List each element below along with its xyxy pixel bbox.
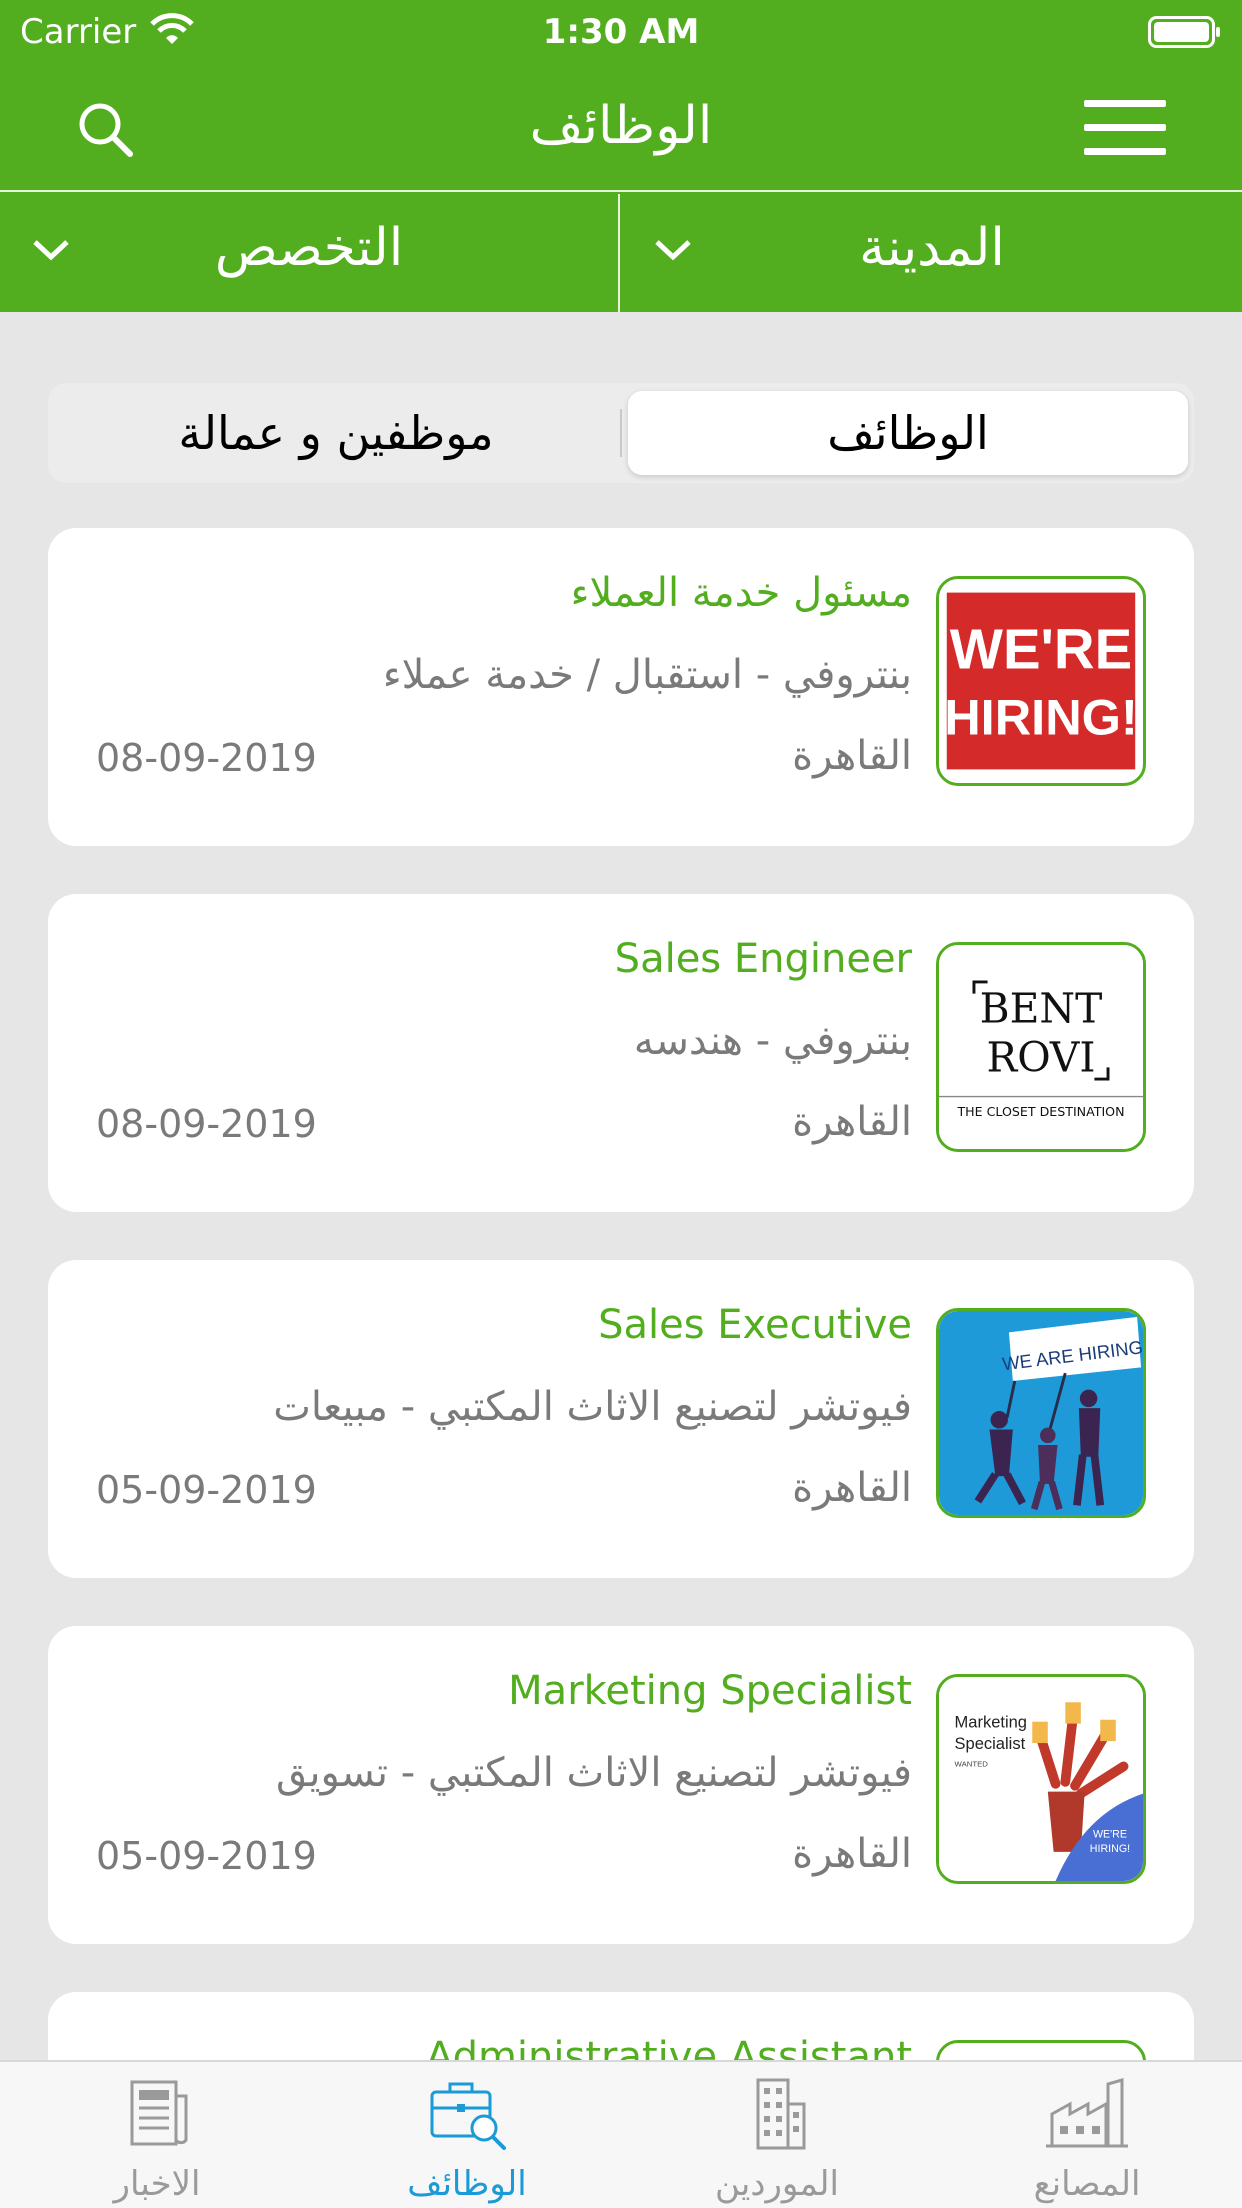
top-bar: Carrier 1:30 AM الوظائف التخصص المدينة — [0, 0, 1242, 312]
job-date: 05-09-2019 — [96, 1468, 317, 1512]
job-company-field: بنتروفي - استقبال / خدمة عملاء — [382, 652, 912, 698]
tab-label: الموردين — [715, 2164, 839, 2204]
battery-icon — [1148, 16, 1222, 57]
page-title: الوظائف — [529, 96, 713, 156]
segment-divider — [620, 409, 622, 457]
specialty-filter-label: التخصص — [214, 218, 404, 278]
thumb-text: WANTED — [955, 1759, 989, 1768]
job-city: القاهرة — [792, 1465, 912, 1511]
job-city: القاهرة — [792, 1099, 912, 1145]
job-city: القاهرة — [792, 733, 912, 779]
job-title: Sales Engineer — [614, 936, 912, 982]
thumb-text: WE'RE — [950, 617, 1132, 680]
factory-icon — [1042, 2074, 1132, 2154]
clock: 1:30 AM — [542, 12, 700, 52]
nav-bar: الوظائف — [0, 64, 1242, 192]
segmented-control: موظفين و عمالة الوظائف — [48, 383, 1194, 483]
job-city: القاهرة — [792, 1831, 912, 1877]
job-card[interactable]: WE'RE HIRING! مسئول خدمة العملاء بنتروفي… — [48, 528, 1194, 846]
job-card[interactable]: Marketing Specialist WANTED WE'RE HIRING… — [48, 1626, 1194, 1944]
tab-label: الوظائف — [407, 2164, 527, 2204]
job-card[interactable]: WE ARE HIRING! Sales Executive فيوتشر لت… — [48, 1260, 1194, 1578]
city-filter-label: المدينة — [859, 218, 1005, 278]
thumb-text: HIRING! — [1090, 1843, 1130, 1855]
segment-employees[interactable]: موظفين و عمالة — [56, 391, 616, 475]
job-date: 08-09-2019 — [96, 736, 317, 780]
job-date: 08-09-2019 — [96, 1102, 317, 1146]
thumb-text: THE CLOSET DESTINATION — [956, 1104, 1124, 1119]
tab-label: المصانع — [1033, 2164, 1141, 2204]
job-title: مسئول خدمة العملاء — [570, 570, 912, 616]
thumb-text: Marketing — [955, 1714, 1027, 1732]
filter-bar: التخصص المدينة — [0, 194, 1242, 312]
job-thumbnail: WE ARE HIRING! — [936, 1308, 1146, 1518]
tab-bar: المصانع الموردين الوظائف الاخبار — [0, 2060, 1242, 2208]
job-company-field: فيوتشر لتصنيع الاثاث المكتبي - تسويق — [276, 1750, 912, 1796]
thumb-text: BENT — [980, 985, 1103, 1033]
job-company-field: بنتروفي - هندسه — [633, 1018, 912, 1064]
newspaper-icon — [112, 2074, 202, 2154]
job-title: Sales Executive — [598, 1302, 912, 1348]
tab-jobs[interactable]: الوظائف — [312, 2062, 622, 2208]
tab-suppliers[interactable]: الموردين — [622, 2062, 932, 2208]
hamburger-menu-icon[interactable] — [1084, 98, 1166, 162]
thumb-text: WE'RE — [1093, 1828, 1127, 1840]
job-company-field: فيوتشر لتصنيع الاثاث المكتبي - مبيعات — [273, 1384, 912, 1430]
segment-jobs[interactable]: الوظائف — [628, 391, 1188, 475]
tab-factories[interactable]: المصانع — [932, 2062, 1242, 2208]
job-thumbnail: BENT ROVI THE CLOSET DESTINATION — [936, 942, 1146, 1152]
job-card[interactable]: BENT ROVI THE CLOSET DESTINATION Sales E… — [48, 894, 1194, 1212]
briefcase-search-icon — [422, 2074, 512, 2154]
tab-label: الاخبار — [113, 2164, 201, 2204]
job-thumbnail: WE'RE HIRING! — [936, 576, 1146, 786]
thumb-text: ROVI — [986, 1033, 1095, 1081]
thumb-text: HIRING! — [944, 688, 1138, 745]
job-date: 05-09-2019 — [96, 1834, 317, 1878]
tab-news[interactable]: الاخبار — [2, 2062, 312, 2208]
specialty-filter[interactable]: التخصص — [0, 194, 620, 312]
job-thumbnail: Marketing Specialist WANTED WE'RE HIRING… — [936, 1674, 1146, 1884]
city-filter[interactable]: المدينة — [622, 194, 1242, 312]
building-icon — [732, 2074, 822, 2154]
thumb-text: Specialist — [955, 1735, 1026, 1753]
status-bar: Carrier 1:30 AM — [0, 0, 1242, 64]
job-title: Marketing Specialist — [508, 1668, 912, 1714]
